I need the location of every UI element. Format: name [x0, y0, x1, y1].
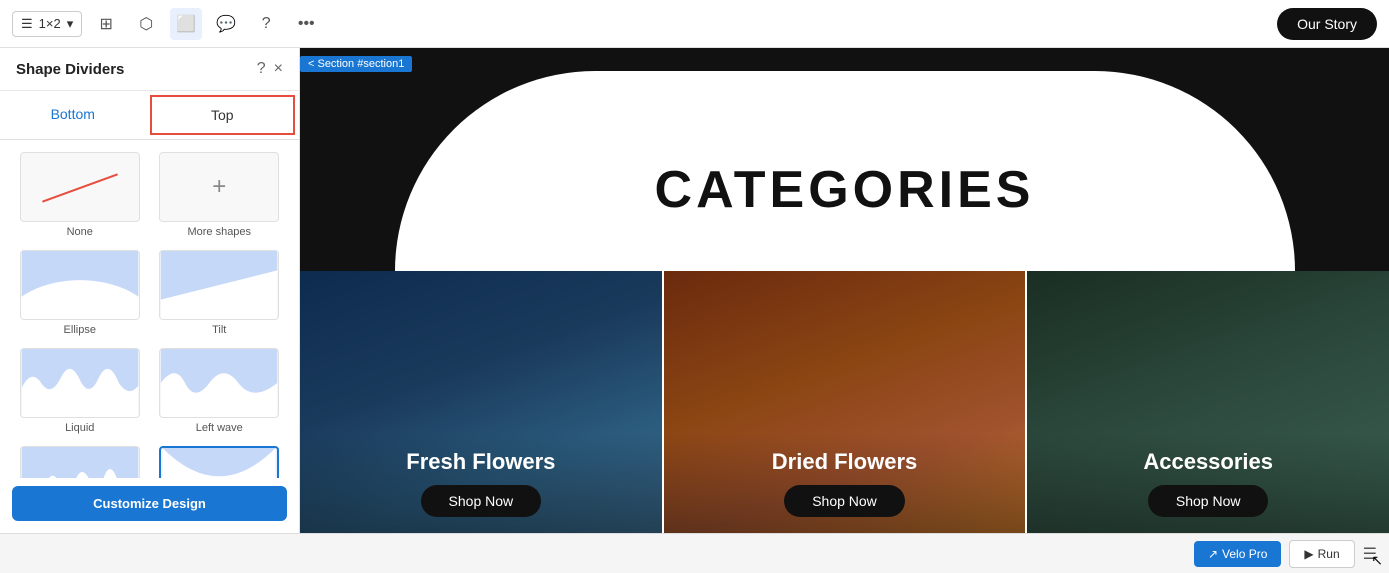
canvas-area: < Section #section1 CATEGORIES Fresh Flo…	[300, 48, 1389, 533]
panel-header: Shape Dividers ? ×	[0, 48, 299, 91]
layers-button[interactable]: ⬡	[130, 8, 162, 40]
ellipse-svg	[21, 251, 139, 319]
run-label: Run	[1318, 547, 1340, 561]
shape-preview-left-wave	[159, 348, 279, 418]
card-overlay-accessories: Accessories Shop Now	[1027, 433, 1389, 533]
shape-preview-none	[20, 152, 140, 222]
shape-preview-liquid	[20, 348, 140, 418]
velo-pro-label: Velo Pro	[1222, 547, 1267, 561]
tab-bottom[interactable]: Bottom	[0, 91, 146, 139]
shape-label-left-wave: Left wave	[196, 422, 243, 434]
card-overlay-fresh: Fresh Flowers Shop Now	[300, 433, 662, 533]
our-story-nav[interactable]: Our Story	[1277, 8, 1377, 40]
shape-item-more[interactable]: + More shapes	[152, 152, 288, 246]
shape-item-paint-scribble[interactable]: Paint scribble	[12, 446, 148, 478]
layout-label: 1×2	[39, 16, 61, 31]
more-shapes-box: +	[160, 153, 278, 221]
layout-icon: ☰	[21, 16, 33, 32]
left-wave-svg	[160, 349, 278, 417]
comment-button[interactable]: 💬	[210, 8, 242, 40]
shop-now-accessories[interactable]: Shop Now	[1148, 485, 1269, 517]
tab-top[interactable]: Top	[150, 95, 296, 135]
preview-top-section: CATEGORIES	[300, 48, 1389, 271]
shape-preview-paint-scribble	[20, 446, 140, 478]
more-options-button[interactable]: •••	[290, 8, 322, 40]
play-icon: ▶	[1304, 547, 1313, 561]
shape-item-none[interactable]: None	[12, 152, 148, 246]
shape-label-liquid: Liquid	[65, 422, 94, 434]
canvas-content[interactable]: CATEGORIES Fresh Flowers Shop Now	[300, 48, 1389, 533]
main-layout: Shape Dividers ? × Bottom Top None	[0, 48, 1389, 533]
shape-item-ellipse[interactable]: Ellipse	[12, 250, 148, 344]
add-section-button[interactable]: ⊞	[90, 8, 122, 40]
card-accessories: Accessories Shop Now	[1027, 271, 1389, 533]
customize-design-button[interactable]: Customize Design	[12, 486, 287, 521]
shape-item-inverted-ellipse[interactable]: ↖ Inverted ellipse	[152, 446, 288, 478]
inverted-ellipse-svg	[161, 448, 277, 478]
shape-item-left-wave[interactable]: Left wave	[152, 348, 288, 442]
tilt-svg	[160, 251, 278, 319]
help-button[interactable]: ?	[250, 8, 282, 40]
velo-icon: ↗	[1208, 547, 1218, 561]
shape-label-more: More shapes	[187, 226, 251, 238]
preview-cards: Fresh Flowers Shop Now Dried Flowers Sho…	[300, 271, 1389, 533]
card-title-dried: Dried Flowers	[772, 449, 917, 475]
shop-now-dried[interactable]: Shop Now	[784, 485, 905, 517]
shape-dividers-panel: Shape Dividers ? × Bottom Top None	[0, 48, 300, 533]
card-fresh-flowers: Fresh Flowers Shop Now	[300, 271, 664, 533]
chevron-down-icon: ▾	[67, 16, 74, 32]
shape-item-tilt[interactable]: Tilt	[152, 250, 288, 344]
card-title-fresh: Fresh Flowers	[406, 449, 555, 475]
card-overlay-dried: Dried Flowers Shop Now	[664, 433, 1026, 533]
shape-preview-inverted-ellipse: ↖	[159, 446, 279, 478]
shape-preview-more: +	[159, 152, 279, 222]
site-preview: CATEGORIES Fresh Flowers Shop Now	[300, 48, 1389, 533]
panel-tabs: Bottom Top	[0, 91, 299, 140]
plus-icon: +	[212, 173, 226, 201]
resize-button[interactable]: ⬜	[170, 8, 202, 40]
shop-now-fresh[interactable]: Shop Now	[421, 485, 542, 517]
panel-help-button[interactable]: ?	[257, 60, 266, 78]
shape-label-none: None	[67, 226, 93, 238]
paint-scribble-svg	[21, 447, 139, 478]
panel-header-icons: ? ×	[257, 60, 283, 78]
card-dried-flowers: Dried Flowers Shop Now	[664, 271, 1028, 533]
liquid-svg	[21, 349, 139, 417]
shape-label-ellipse: Ellipse	[64, 324, 96, 336]
none-shape-graphic	[40, 162, 120, 212]
card-title-accessories: Accessories	[1143, 449, 1273, 475]
shape-preview-tilt	[159, 250, 279, 320]
shape-grid: None + More shapes Ell	[0, 140, 299, 478]
categories-title: CATEGORIES	[655, 160, 1035, 220]
panel-close-button[interactable]: ×	[274, 60, 283, 78]
run-button[interactable]: ▶ Run	[1289, 540, 1354, 568]
top-toolbar: ☰ 1×2 ▾ ⊞ ⬡ ⬜ 💬 ? ••• Our Story	[0, 0, 1389, 48]
section-label: < Section #section1	[300, 56, 412, 72]
velo-pro-button[interactable]: ↗ Velo Pro	[1194, 541, 1281, 567]
panel-title: Shape Dividers	[16, 61, 124, 78]
bottom-bar: ↗ Velo Pro ▶ Run ☰	[0, 533, 1389, 573]
shape-preview-ellipse	[20, 250, 140, 320]
shape-item-liquid[interactable]: Liquid	[12, 348, 148, 442]
layout-selector[interactable]: ☰ 1×2 ▾	[12, 11, 82, 37]
shape-label-tilt: Tilt	[212, 324, 226, 336]
